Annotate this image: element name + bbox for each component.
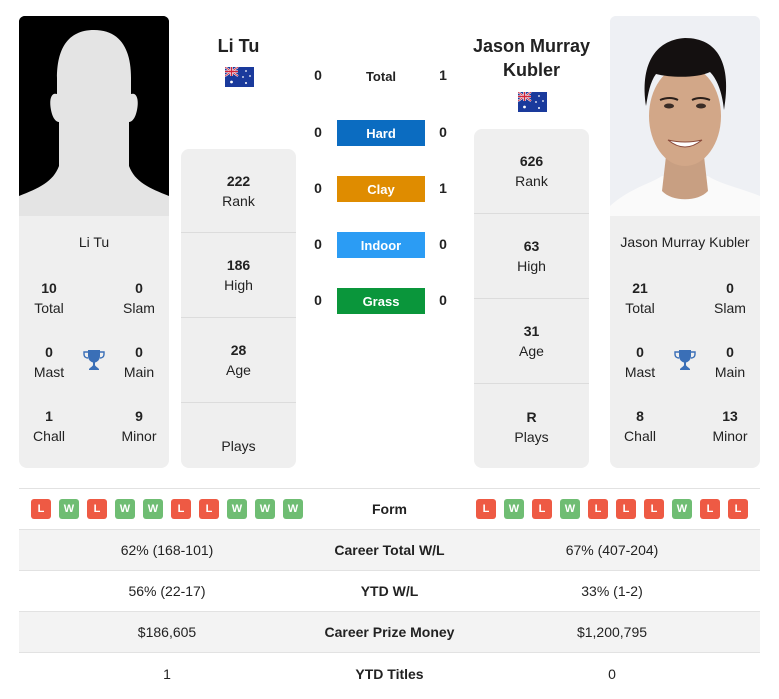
player2-career-wl: 67% (407-204)	[565, 542, 659, 558]
silhouette-icon	[19, 16, 169, 216]
form-win-badge[interactable]: W	[283, 499, 303, 519]
form-win-badge[interactable]: W	[227, 499, 247, 519]
row-label: Career Total W/L	[334, 542, 445, 558]
trophy-icon	[83, 350, 105, 370]
table-row: $186,605 Career Prize Money $1,200,795	[19, 612, 760, 653]
table-row: 62% (168-101) Career Total W/L 67% (407-…	[19, 530, 760, 571]
h2h-total-row: 0 Total 1	[300, 63, 470, 89]
surface-clay-badge[interactable]: Clay	[337, 176, 425, 202]
table-row: 56% (22-17) YTD W/L 33% (1-2)	[19, 571, 760, 612]
form-win-badge[interactable]: W	[560, 499, 580, 519]
player2-mast-titles: 0 Mast	[624, 344, 656, 380]
h2h-grass-row: 0 Grass 0	[300, 288, 470, 314]
trophy-icon	[674, 350, 696, 370]
form-loss-badge[interactable]: L	[31, 499, 51, 519]
h2h-indoor-row: 0 Indoor 0	[300, 232, 470, 258]
player1-info-panel: 222 Rank 186 High 28 Age Plays	[181, 149, 296, 468]
form-loss-badge[interactable]: L	[87, 499, 107, 519]
form-loss-badge[interactable]: L	[199, 499, 219, 519]
form-loss-badge[interactable]: L	[644, 499, 664, 519]
player2-prize-money: $1,200,795	[576, 624, 648, 640]
player2-rank: 626 Rank	[474, 129, 589, 214]
player1-name-label: Li Tu	[78, 234, 110, 250]
h2h-total-label: Total	[365, 68, 397, 84]
player2-high: 63 High	[474, 214, 589, 299]
player1-ytd-wl: 56% (22-17)	[128, 583, 206, 599]
row-label: YTD W/L	[360, 583, 419, 599]
table-row: 1 YTD Titles 0	[19, 653, 760, 694]
player2-photo	[610, 16, 760, 216]
player2-ytd-titles: 0	[608, 665, 616, 682]
player2-minor-titles: 13 Minor	[712, 408, 748, 444]
form-win-badge[interactable]: W	[255, 499, 275, 519]
player1-chall-titles: 1 Chall	[33, 408, 65, 444]
form-win-badge[interactable]: W	[143, 499, 163, 519]
form-loss-badge[interactable]: L	[700, 499, 720, 519]
australia-flag-icon	[225, 67, 254, 87]
form-loss-badge[interactable]: L	[171, 499, 191, 519]
form-loss-badge[interactable]: L	[588, 499, 608, 519]
player1-career-wl: 62% (168-101)	[120, 542, 214, 558]
h2h-indoor-p1: 0	[314, 236, 322, 252]
player2-titles-card: Jason Murray Kubler 21 Total 0 Slam 0 Mast …	[610, 216, 760, 468]
player-headshot-icon	[610, 16, 760, 216]
player1-ytd-titles: 1	[163, 665, 171, 682]
player1-form: LWLWWLLWWW	[19, 499, 315, 519]
player2-chall-titles: 8 Chall	[624, 408, 656, 444]
form-win-badge[interactable]: W	[504, 499, 524, 519]
player1-high: 186 High	[181, 233, 296, 318]
player2-plays: R Plays	[514, 408, 549, 445]
player2-slam-titles: 0 Slam	[714, 280, 746, 316]
row-label: Career Prize Money	[324, 624, 455, 640]
player2-name-label: Jason Murray Kubler	[620, 234, 750, 250]
row-label: YTD Titles	[355, 665, 424, 682]
player1-name-heading[interactable]: Li Tu	[181, 34, 296, 58]
player2-name-heading[interactable]: Jason Murray Kubler	[460, 34, 603, 82]
player2-info-panel: 626 Rank 63 High 31 Age R Plays	[474, 129, 589, 468]
comparison-table: LWLWWLLWWW Form LWLWLLLWLL 62% (168-101)…	[19, 488, 760, 694]
h2h-total-p2: 1	[439, 67, 447, 83]
form-loss-badge[interactable]: L	[532, 499, 552, 519]
form-win-badge[interactable]: W	[672, 499, 692, 519]
h2h-hard-row: 0 Hard 0	[300, 120, 470, 146]
player1-total-titles: 10 Total	[34, 280, 64, 316]
h2h-indoor-p2: 0	[439, 236, 447, 252]
surface-indoor-badge[interactable]: Indoor	[337, 232, 425, 258]
h2h-grass-p2: 0	[439, 292, 447, 308]
player2-total-titles: 21 Total	[625, 280, 655, 316]
australia-flag-icon	[518, 92, 547, 112]
player1-titles-card: Li Tu 10 Total 0 Slam 0 Mast 0 Main 1 Chall 9…	[19, 216, 169, 468]
player2-main-titles: 0 Main	[714, 344, 746, 380]
player2-age: 31 Age	[474, 299, 589, 384]
player1-plays: Plays	[221, 437, 256, 454]
h2h-hard-p1: 0	[314, 124, 322, 140]
player1-slam-titles: 0 Slam	[123, 280, 155, 316]
form-win-badge[interactable]: W	[59, 499, 79, 519]
h2h-clay-row: 0 Clay 1	[300, 176, 470, 202]
player2-form: LWLWLLLWLL	[464, 499, 760, 519]
form-row: LWLWWLLWWW Form LWLWLLLWLL	[19, 489, 760, 530]
h2h-clay-p1: 0	[314, 180, 322, 196]
form-loss-badge[interactable]: L	[728, 499, 748, 519]
h2h-grass-p1: 0	[314, 292, 322, 308]
player1-mast-titles: 0 Mast	[33, 344, 65, 380]
surface-grass-badge[interactable]: Grass	[337, 288, 425, 314]
player1-prize-money: $186,605	[137, 624, 197, 640]
form-label: Form	[372, 501, 407, 517]
h2h-total-p1: 0	[314, 67, 322, 83]
player2-ytd-wl: 33% (1-2)	[581, 583, 643, 599]
player1-age: 28 Age	[181, 318, 296, 403]
player1-photo	[19, 16, 169, 216]
form-win-badge[interactable]: W	[115, 499, 135, 519]
form-loss-badge[interactable]: L	[476, 499, 496, 519]
player1-rank: 222 Rank	[181, 149, 296, 233]
player1-main-titles: 0 Main	[123, 344, 155, 380]
h2h-hard-p2: 0	[439, 124, 447, 140]
surface-hard-badge[interactable]: Hard	[337, 120, 425, 146]
form-loss-badge[interactable]: L	[616, 499, 636, 519]
h2h-clay-p2: 1	[439, 180, 447, 196]
player1-minor-titles: 9 Minor	[121, 408, 157, 444]
